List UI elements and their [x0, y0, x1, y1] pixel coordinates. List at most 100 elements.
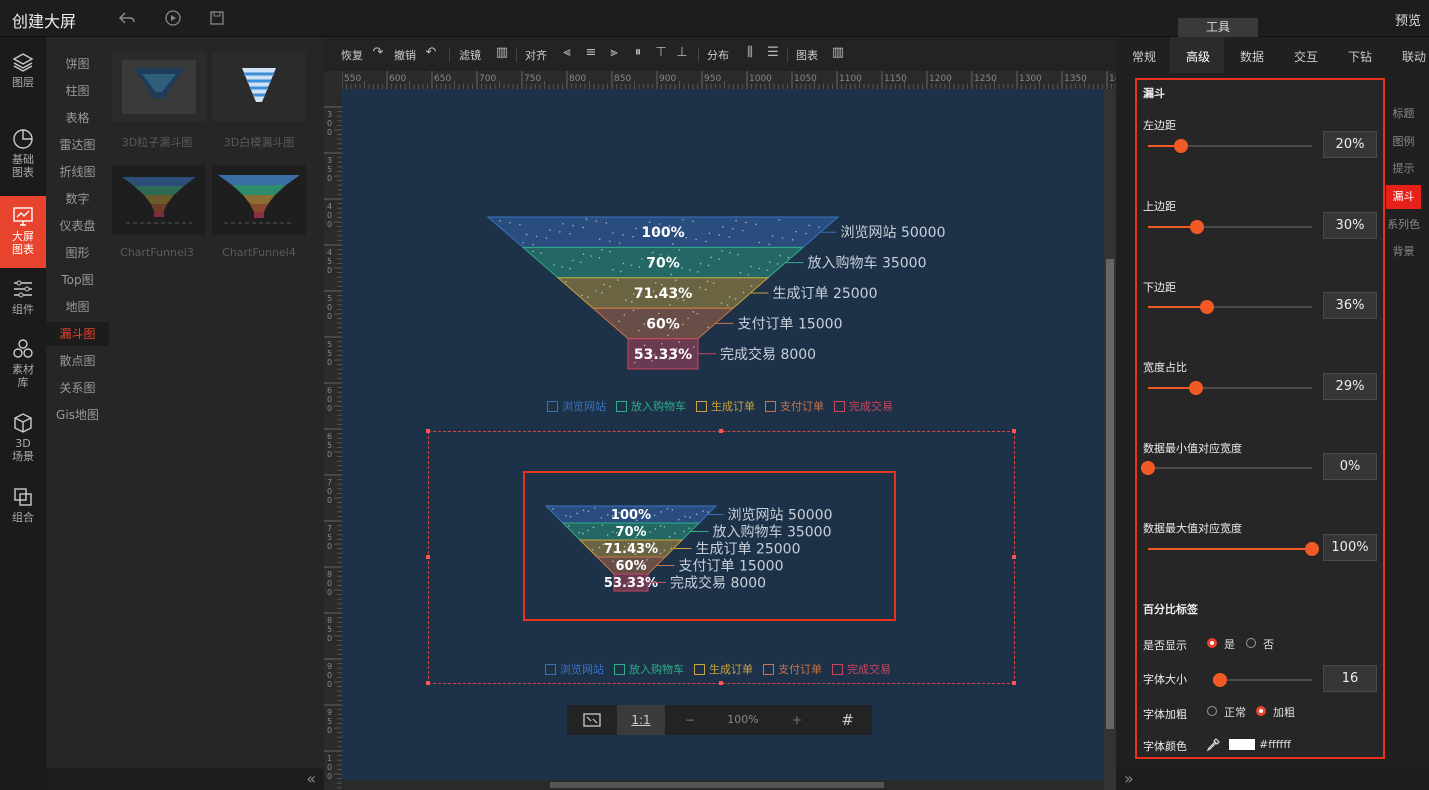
- fit-screen-icon[interactable]: [567, 705, 617, 735]
- gallery-thumb-3d-particle-funnel[interactable]: [112, 52, 206, 122]
- vtab-title[interactable]: 标题: [1386, 104, 1421, 124]
- slider-knob[interactable]: [1173, 139, 1188, 153]
- font-color-swatch[interactable]: [1229, 739, 1255, 750]
- zoom-out-button[interactable]: −: [665, 705, 715, 735]
- nav-item-group[interactable]: 组合: [0, 486, 46, 531]
- eyedropper-icon[interactable]: [1206, 737, 1221, 752]
- min-width-slider[interactable]: [1141, 461, 1312, 475]
- tab-advanced[interactable]: 高级: [1186, 48, 1210, 65]
- vtab-legend[interactable]: 图例: [1386, 132, 1421, 152]
- slider-knob[interactable]: [1141, 461, 1155, 475]
- tab-data[interactable]: 数据: [1240, 48, 1264, 65]
- category-item[interactable]: 数字: [46, 190, 109, 207]
- nav-item-layers[interactable]: 图层: [0, 51, 46, 96]
- slider-knob[interactable]: [1212, 673, 1227, 687]
- resize-handle[interactable]: [426, 429, 430, 433]
- category-item-funnel[interactable]: 漏斗图: [46, 322, 109, 346]
- canvas-vertical-scrollbar[interactable]: [1104, 89, 1116, 790]
- zoom-in-button[interactable]: +: [771, 705, 823, 735]
- nav-item-3d-scene[interactable]: 3D场景: [0, 412, 46, 468]
- one-to-one-button[interactable]: 1:1: [617, 705, 665, 735]
- category-item[interactable]: 雷达图: [46, 136, 109, 153]
- gallery-thumb-funnel3[interactable]: [112, 165, 206, 235]
- category-item[interactable]: 图形: [46, 244, 109, 261]
- preview-button[interactable]: 预览: [1395, 10, 1421, 29]
- chart-bar-icon[interactable]: ▥: [830, 45, 846, 61]
- category-item[interactable]: 饼图: [46, 55, 109, 72]
- category-item[interactable]: 散点图: [46, 352, 109, 369]
- category-item[interactable]: 折线图: [46, 163, 109, 180]
- tab-drilldown[interactable]: 下钻: [1348, 48, 1372, 65]
- category-item[interactable]: 表格: [46, 109, 109, 126]
- max-width-slider[interactable]: [1148, 542, 1319, 556]
- radio-show-no[interactable]: [1246, 638, 1256, 648]
- vtab-series-color[interactable]: 系列色: [1386, 215, 1421, 235]
- resize-handle[interactable]: [719, 429, 723, 433]
- distribute-button[interactable]: 分布: [707, 47, 729, 63]
- undo-button[interactable]: 撤销: [394, 47, 416, 63]
- align-bottom-icon[interactable]: ⊥: [674, 45, 690, 61]
- chart-button[interactable]: 图表: [796, 47, 818, 63]
- category-item[interactable]: Gis地图: [46, 406, 109, 423]
- min-width-input[interactable]: 0%: [1323, 453, 1377, 480]
- resize-handle[interactable]: [426, 681, 430, 685]
- restore-button[interactable]: 恢复: [341, 47, 363, 63]
- category-item[interactable]: 仪表盘: [46, 217, 109, 234]
- radio-bold-normal[interactable]: [1207, 706, 1217, 716]
- legend-item[interactable]: 浏览网站: [547, 400, 606, 413]
- collapse-right-panel[interactable]: »: [1116, 768, 1429, 790]
- category-item[interactable]: 柱图: [46, 82, 109, 99]
- tab-general[interactable]: 常规: [1132, 48, 1156, 65]
- vtab-tooltip[interactable]: 提示: [1386, 159, 1421, 179]
- resize-handle[interactable]: [1012, 555, 1016, 559]
- undo-icon[interactable]: ↶: [423, 45, 439, 61]
- slider-knob[interactable]: [1200, 300, 1215, 314]
- font-size-slider[interactable]: [1212, 673, 1312, 687]
- legend-item[interactable]: 支付订单: [765, 400, 824, 413]
- resize-handle[interactable]: [719, 681, 723, 685]
- nav-item-components[interactable]: 组件: [0, 278, 46, 323]
- grid-icon[interactable]: #: [823, 705, 872, 735]
- width-ratio-input[interactable]: 29%: [1323, 373, 1377, 400]
- legend-item[interactable]: 生成订单: [696, 400, 755, 413]
- vtab-background[interactable]: 背景: [1386, 242, 1421, 262]
- resize-handle[interactable]: [1012, 429, 1016, 433]
- nav-item-screen-charts[interactable]: 大屏图表: [0, 196, 46, 268]
- resize-handle[interactable]: [426, 555, 430, 559]
- filter-button[interactable]: 滤镜: [459, 47, 481, 63]
- distribute-h-icon[interactable]: ⫼: [742, 45, 758, 61]
- scrollbar-thumb[interactable]: [1106, 259, 1114, 729]
- distribute-v-icon[interactable]: ☰: [765, 45, 781, 61]
- nav-item-assets[interactable]: 素材库: [0, 338, 46, 396]
- bar-chart-icon[interactable]: ▥: [494, 45, 510, 61]
- tool-tab[interactable]: 工具: [1178, 18, 1258, 37]
- nav-item-basic-charts[interactable]: 基础图表: [0, 128, 46, 184]
- align-button[interactable]: 对齐: [525, 47, 547, 63]
- resize-handle[interactable]: [1012, 681, 1016, 685]
- scrollbar-thumb[interactable]: [550, 782, 884, 788]
- max-width-input[interactable]: 100%: [1323, 534, 1377, 561]
- slider-knob[interactable]: [1188, 381, 1203, 395]
- top-margin-slider[interactable]: [1148, 220, 1312, 234]
- radio-bold-bold[interactable]: [1256, 706, 1266, 716]
- category-item[interactable]: 地图: [46, 298, 109, 315]
- gallery-thumb-3d-white-funnel[interactable]: [212, 52, 306, 122]
- save-icon[interactable]: [208, 9, 226, 27]
- legend-item[interactable]: 完成交易: [834, 400, 893, 413]
- left-margin-input[interactable]: 20%: [1323, 131, 1377, 158]
- left-margin-slider[interactable]: [1148, 139, 1312, 153]
- bottom-margin-slider[interactable]: [1148, 300, 1312, 314]
- redo-icon[interactable]: ↷: [370, 45, 386, 61]
- canvas-horizontal-scrollbar[interactable]: [342, 780, 1104, 790]
- radio-show-yes[interactable]: [1207, 638, 1217, 648]
- top-margin-input[interactable]: 30%: [1323, 212, 1377, 239]
- bottom-margin-input[interactable]: 36%: [1323, 292, 1377, 319]
- align-top-icon[interactable]: ⊤: [653, 45, 669, 61]
- align-middle-icon[interactable]: ⏸: [630, 45, 646, 61]
- collapse-left-panel[interactable]: «: [46, 768, 324, 790]
- align-center-h-icon[interactable]: ≡: [583, 45, 599, 61]
- tab-interaction[interactable]: 交互: [1294, 48, 1318, 65]
- back-icon[interactable]: [118, 9, 136, 27]
- category-item[interactable]: Top图: [46, 271, 109, 288]
- align-left-icon[interactable]: ⫷: [559, 45, 575, 61]
